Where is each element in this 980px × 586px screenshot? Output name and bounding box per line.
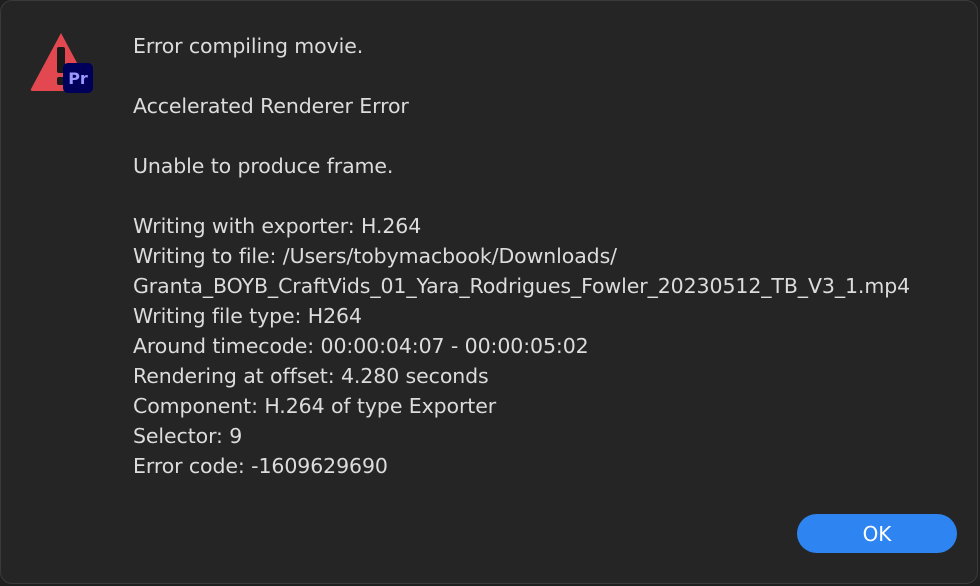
error-title: Error compiling movie. <box>133 34 364 58</box>
detail-line: Writing file type: H264 <box>133 304 362 328</box>
warning-triangle-icon: Pr <box>29 31 93 95</box>
detail-line: Selector: 9 <box>133 424 243 448</box>
error-subtitle: Accelerated Renderer Error <box>133 94 409 118</box>
detail-line: Writing with exporter: H.264 <box>133 214 422 238</box>
detail-line: Component: H.264 of type Exporter <box>133 394 497 418</box>
detail-line: Error code: -1609629690 <box>133 454 388 478</box>
detail-line: Granta_BOYB_CraftVids_01_Yara_Rodrigues_… <box>133 274 911 298</box>
error-message-area: Error compiling movie. Accelerated Rende… <box>133 31 963 481</box>
detail-line: Writing to file: /Users/tobymacbook/Down… <box>133 244 617 268</box>
premiere-badge-text: Pr <box>68 69 88 88</box>
error-message: Unable to produce frame. <box>133 154 394 178</box>
detail-line: Around timecode: 00:00:04:07 - 00:00:05:… <box>133 334 589 358</box>
ok-button[interactable]: OK <box>797 514 957 553</box>
error-dialog: Pr Error compiling movie. Accelerated Re… <box>0 0 978 584</box>
detail-line: Rendering at offset: 4.280 seconds <box>133 364 489 388</box>
